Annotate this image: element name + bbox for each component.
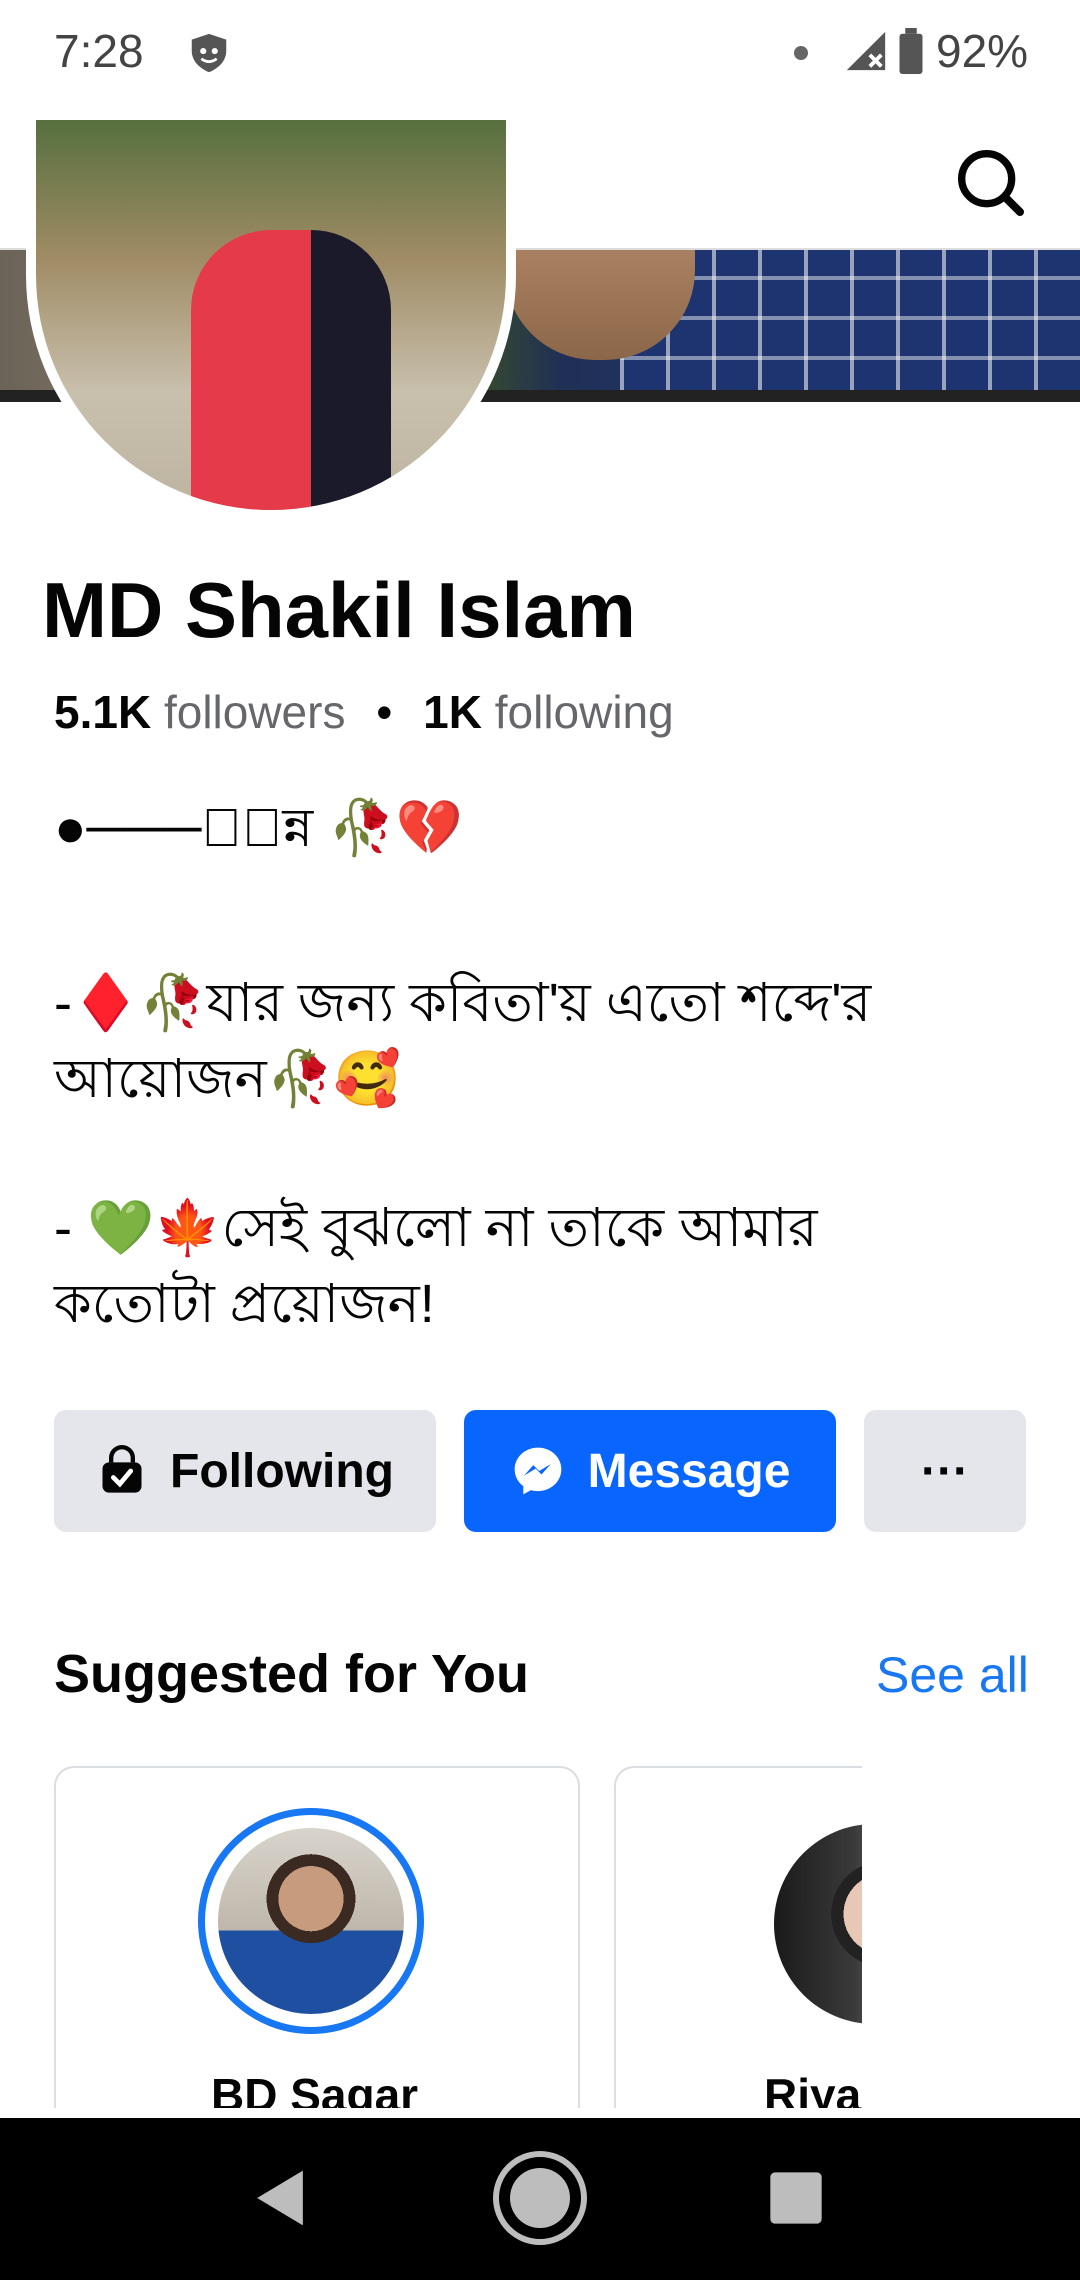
suggested-title: Suggested for You	[54, 1644, 530, 1704]
recents-square-icon[interactable]	[768, 2170, 824, 2226]
suggestion-name[interactable]: BD Sagar	[211, 2068, 418, 2108]
message-button-label: Message	[587, 1444, 791, 1498]
battery-percent: 92%	[936, 25, 1029, 77]
avatar-photo	[26, 120, 516, 520]
followers-count[interactable]: 5.1K	[54, 686, 151, 738]
system-nav-bar	[0, 2118, 1080, 2280]
following-count[interactable]: 1K	[423, 686, 482, 738]
more-icon: ···	[921, 1444, 969, 1498]
profile-name: MD Shakil Islam	[42, 566, 636, 654]
bio-line-1: ●───ঁিন্ন 🥀💔	[54, 798, 463, 858]
stats-separator: •	[376, 686, 393, 738]
shield-icon	[191, 33, 227, 73]
following-label[interactable]: following	[495, 686, 674, 738]
status-time: 7:28	[54, 25, 144, 77]
battery-icon	[899, 28, 923, 74]
suggestion-avatar-ring	[198, 1808, 424, 2034]
message-button[interactable]: Message	[464, 1410, 836, 1532]
back-triangle-icon[interactable]	[252, 2166, 308, 2230]
suggestion-avatar	[218, 1828, 404, 2014]
home-circle-icon[interactable]	[490, 2148, 590, 2248]
bio-line-3: - 💚🍁সেই বুঝলো না তাকে আমার কতোটা প্রয়োজ…	[54, 1198, 818, 1334]
avatar-shirt	[191, 230, 391, 510]
suggestion-avatar	[774, 1824, 862, 2024]
follow-stats: 5.1K followers • 1K following	[54, 685, 674, 739]
following-check-icon	[102, 1445, 142, 1493]
suggestion-card[interactable]: Riya	[614, 1766, 862, 2108]
see-all-link[interactable]: See all	[876, 1646, 1029, 1704]
following-button-label: Following	[170, 1444, 394, 1498]
bio-line-2: -♦️🥀যার জন্য কবিতা'য় এতো শব্দে'র আয়োজন…	[54, 973, 872, 1109]
followers-label[interactable]: followers	[164, 686, 346, 738]
following-button[interactable]: Following	[54, 1410, 436, 1532]
signal-icon	[846, 31, 886, 71]
search-icon[interactable]	[950, 142, 1030, 222]
notification-dot	[794, 46, 808, 60]
more-options-button[interactable]: ···	[864, 1410, 1026, 1532]
messenger-icon	[514, 1447, 561, 1495]
profile-avatar[interactable]	[26, 120, 516, 520]
suggestion-card[interactable]: BD Sagar	[54, 1766, 580, 2108]
status-bar: 7:28 92%	[0, 0, 1080, 110]
suggestion-name[interactable]: Riya	[764, 2068, 861, 2108]
